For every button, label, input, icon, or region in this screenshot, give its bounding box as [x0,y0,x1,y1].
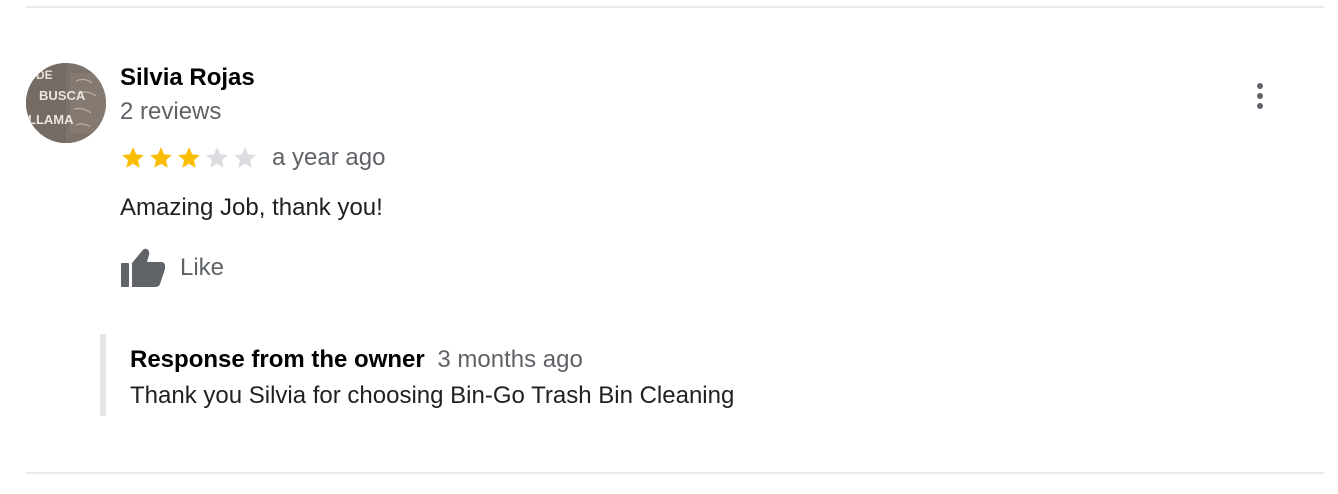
avatar-image: DE BUSCA LLAMA [26,63,106,143]
owner-response-time: 3 months ago [437,346,583,373]
owner-response-text: Thank you Silvia for choosing Bin-Go Tra… [130,382,735,409]
review-time: a year ago [272,144,386,171]
owner-response-header: Response from the owner 3 months ago [130,346,583,374]
more-vert-icon-dot [1257,93,1263,99]
star-empty-icon [206,147,228,168]
avatar-line-1: DE [36,68,53,82]
star-rating [120,145,258,171]
star-filled-icon [178,147,200,168]
more-vert-icon-dot [1257,83,1263,89]
top-divider [26,6,1324,8]
avatar-line-3: LLAMA [28,112,74,127]
reviewer-name[interactable]: Silvia Rojas [120,64,255,92]
avatar[interactable]: DE BUSCA LLAMA [26,63,106,143]
owner-response: Response from the owner 3 months ago Tha… [100,334,906,416]
like-label: Like [180,254,225,281]
owner-response-label: Response from the owner [130,346,425,373]
more-vert-icon-dot [1257,103,1263,109]
review-text: Amazing Job, thank you! [120,194,383,221]
like-button[interactable]: Like [120,246,224,290]
star-empty-icon [234,147,256,168]
avatar-line-2: BUSCA [39,88,86,103]
star-filled-icon [150,147,172,168]
thumb-up-icon [121,248,165,287]
more-options-button[interactable] [1244,80,1276,112]
star-filled-icon [122,147,144,168]
bottom-divider [26,472,1324,474]
review-count[interactable]: 2 reviews [120,98,221,126]
